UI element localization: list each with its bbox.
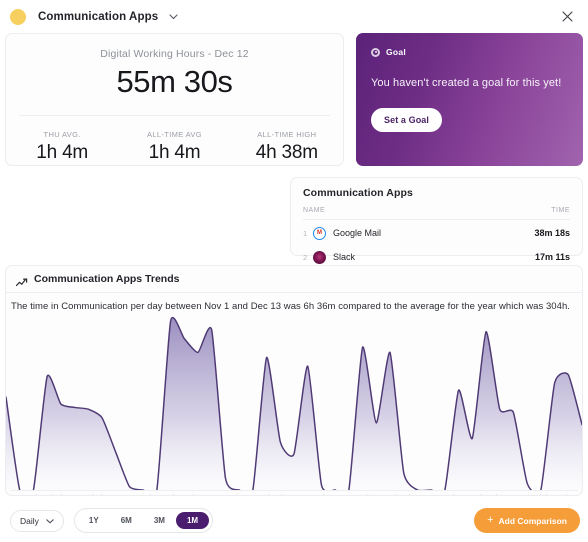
trends-chart[interactable] xyxy=(6,312,582,490)
range-toggle-group: 1Y 6M 3M 1M xyxy=(73,508,214,533)
stat-value: 1h 4m xyxy=(36,142,89,163)
add-comparison-button[interactable]: + Add Comparison xyxy=(474,508,580,533)
x-axis-tick-label: Thu 5/12 xyxy=(476,493,506,495)
column-header-time: TIME xyxy=(551,207,570,214)
chart-controls: Daily 1Y 6M 3M 1M + Add Comparison xyxy=(0,501,588,542)
category-color-dot xyxy=(10,8,26,25)
add-comparison-label: Add Comparison xyxy=(498,515,567,526)
row-rank: 2 xyxy=(303,252,308,262)
plus-icon: + xyxy=(487,514,494,526)
apps-breakdown-card: Communication Apps NAME TIME 1 M Google … xyxy=(290,177,583,264)
goal-card: Goal You haven't created a goal for this… xyxy=(356,33,583,166)
range-button-1m[interactable]: 1M xyxy=(175,512,210,529)
x-axis-tick-label: Sun 17/11 xyxy=(212,493,246,495)
row-app-time: 17m 11s xyxy=(534,252,570,262)
stat-label: ALL-TIME HIGH xyxy=(257,130,317,139)
apps-card-title: Communication Apps xyxy=(303,187,413,199)
close-icon[interactable] xyxy=(558,8,576,26)
chevron-down-icon xyxy=(46,516,54,526)
x-axis-tick-label: Fri 8/11 xyxy=(85,493,110,495)
trends-description: The time in Communication per day betwee… xyxy=(11,301,570,312)
x-axis-tick-label: Fri 29/11 xyxy=(389,493,418,495)
x-axis-tick-label: Mon 2/12 xyxy=(431,493,462,495)
gmail-icon: M xyxy=(313,226,326,240)
range-button-3m[interactable]: 3M xyxy=(143,512,176,529)
row-app-name: Google Mail xyxy=(333,228,382,238)
granularity-label: Daily xyxy=(20,515,39,526)
table-row[interactable]: 1 M Google Mail 38m 18s xyxy=(303,222,570,244)
column-header-name: NAME xyxy=(303,207,326,214)
chart-x-axis: Sun 3/11Wed 6/11Fri 8/11Mon 11/11Thu 14/… xyxy=(10,490,578,495)
trends-title: Communication Apps Trends xyxy=(34,273,180,285)
granularity-select[interactable]: Daily xyxy=(10,509,64,532)
area-chart-svg xyxy=(6,317,582,490)
x-axis-tick-label: Tue 26/11 xyxy=(343,493,376,495)
summary-card: Digital Working Hours - Dec 12 55m 30s T… xyxy=(5,33,344,166)
x-axis-tick-label: Wed 6/11 xyxy=(38,493,69,495)
stat-value: 1h 4m xyxy=(148,142,201,163)
stats-group: THU AVG. 1h 4m ALL-TIME AVG 1h 4m ALL-TI… xyxy=(6,130,343,164)
stat-all-time-high: ALL-TIME HIGH 4h 38m xyxy=(231,130,343,164)
x-axis-tick-label: Thu 14/11 xyxy=(168,493,201,495)
top-row: Digital Working Hours - Dec 12 55m 30s T… xyxy=(0,33,588,166)
trending-up-icon xyxy=(15,274,28,287)
row-app-time: 38m 18s xyxy=(534,228,570,238)
slack-icon xyxy=(313,250,326,264)
row-rank: 1 xyxy=(303,228,308,238)
goal-header: Goal xyxy=(371,47,568,57)
target-icon xyxy=(371,47,380,57)
stat-value: 4h 38m xyxy=(255,142,318,163)
stat-all-time-avg: ALL-TIME AVG 1h 4m xyxy=(118,130,230,164)
x-axis-tick-label: Thu 12/12 xyxy=(541,493,575,495)
apps-table-header: NAME TIME xyxy=(303,207,570,220)
row-app-name: Slack xyxy=(333,252,356,262)
summary-value: 55m 30s xyxy=(116,64,233,99)
x-axis-tick-label: Sat 23/11 xyxy=(300,493,332,495)
stat-label: ALL-TIME AVG xyxy=(147,130,202,139)
trends-header: Communication Apps Trends xyxy=(6,266,582,293)
insights-panel: Communication Apps Digital Working Hours… xyxy=(0,0,588,542)
apps-row: Communication Apps NAME TIME 1 M Google … xyxy=(0,166,588,264)
stat-label: THU AVG. xyxy=(43,130,81,139)
range-button-6m[interactable]: 6M xyxy=(110,512,143,529)
x-axis-tick-label: Mon 11/11 xyxy=(124,493,158,495)
panel-header: Communication Apps xyxy=(0,0,588,33)
goal-label: Goal xyxy=(386,47,407,57)
trends-card: Communication Apps Trends The time in Co… xyxy=(5,265,583,496)
divider xyxy=(19,115,330,116)
goal-message: You haven't created a goal for this yet! xyxy=(371,77,562,89)
x-axis-tick-label: Wed 20/11 xyxy=(254,493,290,495)
set-a-goal-button[interactable]: Set a Goal xyxy=(371,108,443,132)
stat-thu-avg: THU AVG. 1h 4m xyxy=(6,130,118,164)
summary-label: Digital Working Hours - Dec 12 xyxy=(100,48,249,60)
page-title: Communication Apps xyxy=(38,10,159,23)
range-button-1y[interactable]: 1Y xyxy=(78,512,110,529)
chevron-down-icon[interactable] xyxy=(168,11,179,22)
